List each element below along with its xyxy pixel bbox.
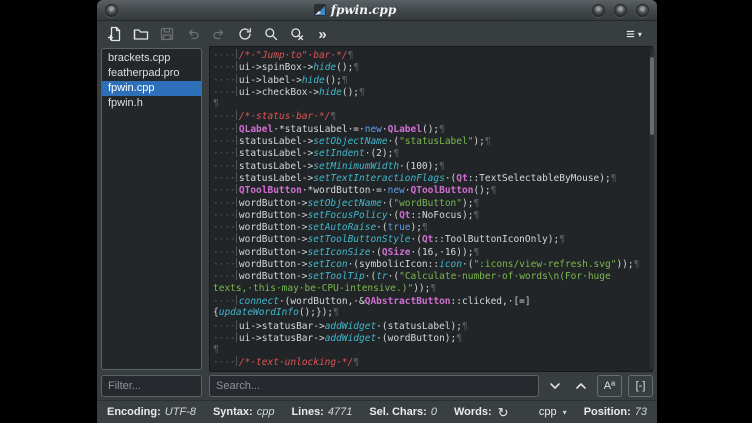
status-bar: Encoding: UTF-8 Syntax: cpp Lines: 4771 … xyxy=(97,400,657,423)
menu-button[interactable]: ≡ ▾ xyxy=(618,24,650,45)
menu-icon: ≡ xyxy=(626,27,635,42)
window-menu-button[interactable] xyxy=(105,4,118,17)
new-file-button[interactable] xyxy=(104,24,125,45)
code-line: ····ui->label->hide();¶ xyxy=(213,74,652,86)
app-icon xyxy=(314,4,326,16)
lines-value: 4771 xyxy=(328,406,352,418)
code-line: ····wordButton->setFocusPolicy·(Qt::NoFo… xyxy=(213,209,652,221)
match-case-button[interactable]: Aª xyxy=(597,375,622,397)
status-sel-chars: Sel. Chars: 0 xyxy=(369,406,437,418)
code-line: ····statusLabel->setMinimumWidth·(100);¶ xyxy=(213,160,652,172)
encoding-value: UTF-8 xyxy=(165,406,196,418)
code-line: ····/*·status·bar·*/¶ xyxy=(213,110,652,122)
whole-word-icon: [-] xyxy=(636,381,646,392)
words-label: Words: xyxy=(454,406,492,418)
code-line: ····/*·"Jump·to"·bar·*/¶ xyxy=(213,49,652,61)
file-list-item[interactable]: fpwin.h xyxy=(102,96,201,111)
save-button[interactable] xyxy=(156,24,177,45)
status-words: Words: ↻ xyxy=(454,406,511,419)
search-input[interactable] xyxy=(209,375,539,397)
filter-input[interactable] xyxy=(101,375,202,397)
close-button[interactable] xyxy=(636,4,649,17)
chevron-down-icon xyxy=(548,379,562,393)
words-refresh-button[interactable]: ↻ xyxy=(496,406,511,419)
code-line: ····statusLabel->setTextInteractionFlags… xyxy=(213,172,652,184)
status-syntax: Syntax: cpp xyxy=(213,406,275,418)
sel-chars-label: Sel. Chars: xyxy=(369,406,426,418)
redo-button[interactable] xyxy=(208,24,229,45)
search-bar: Aª [-] xyxy=(209,375,653,397)
code-line: ····wordButton->setObjectName·("wordButt… xyxy=(213,197,652,209)
window-title-area: fpwin.cpp xyxy=(118,3,592,17)
code-line: ····ui->statusBar->addWidget·(statusLabe… xyxy=(213,320,652,332)
editor-scrollbar[interactable] xyxy=(650,49,654,369)
syntax-combo[interactable]: cpp ▾ xyxy=(539,406,567,418)
chevron-up-icon xyxy=(574,379,588,393)
combo-caret-icon: ▾ xyxy=(563,408,567,417)
window-title: fpwin.cpp xyxy=(331,3,396,17)
undo-button[interactable] xyxy=(182,24,203,45)
code-line: ····wordButton->setToolButtonStyle·(Qt::… xyxy=(213,233,652,245)
code-line: ····wordButton->setIconSize·(QSize·(16,·… xyxy=(213,246,652,258)
file-list-item[interactable]: fpwin.cpp xyxy=(102,81,201,96)
encoding-label: Encoding: xyxy=(107,406,161,418)
status-position: Position: 73 xyxy=(584,406,647,418)
whole-word-button[interactable]: [-] xyxy=(628,375,653,397)
syntax-value: cpp xyxy=(257,406,275,418)
sel-chars-value: 0 xyxy=(431,406,437,418)
menu-caret-icon: ▾ xyxy=(638,30,642,39)
syntax-combo-value: cpp xyxy=(539,406,557,418)
code-line: ¶ xyxy=(213,344,652,356)
code-line: ····statusLabel->setObjectName·("statusL… xyxy=(213,135,652,147)
file-list-item[interactable]: brackets.cpp xyxy=(102,51,201,66)
code-line: texts,·this·may·be·CPU-intensive.)"));¶ xyxy=(213,283,652,295)
code-line: ¶ xyxy=(213,98,652,110)
code-line: ····statusLabel->setIndent·(2);¶ xyxy=(213,147,652,159)
file-list-item[interactable]: featherpad.pro xyxy=(102,66,201,81)
search-next-button[interactable] xyxy=(545,375,565,397)
code-line: ····connect·(wordButton,·&QAbstractButto… xyxy=(213,295,652,307)
search-prev-button[interactable] xyxy=(571,375,591,397)
status-lines: Lines: 4771 xyxy=(291,406,352,418)
code-line: ····wordButton->setAutoRaise·(true);¶ xyxy=(213,221,652,233)
code-editor[interactable]: ····/*·"Jump·to"·bar·*/¶····ui->spinBox-… xyxy=(209,46,653,372)
search-replace-button[interactable] xyxy=(286,24,307,45)
code-line: ····QToolButton·*wordButton·=·new·QToolB… xyxy=(213,184,652,196)
open-file-button[interactable] xyxy=(130,24,151,45)
reload-button[interactable] xyxy=(234,24,255,45)
refresh-icon: ↻ xyxy=(498,405,509,420)
editor-scrollbar-thumb[interactable] xyxy=(650,57,654,135)
syntax-label: Syntax: xyxy=(213,406,253,418)
toolbar: » ≡ ▾ xyxy=(97,21,657,47)
code-line: ····QLabel·*statusLabel·=·new·QLabel();¶ xyxy=(213,123,652,135)
overflow-button[interactable]: » xyxy=(312,24,333,45)
code-line: ····ui->spinBox->hide();¶ xyxy=(213,61,652,73)
search-button[interactable] xyxy=(260,24,281,45)
featherpad-window: fpwin.cpp » ≡ ▾ brackets.cppfeatherpad.p… xyxy=(97,0,657,423)
code-line: {updateWordInfo();});¶ xyxy=(213,307,652,319)
code-line: ····/*·text·unlocking·*/¶ xyxy=(213,356,652,368)
file-list: brackets.cppfeatherpad.profpwin.cppfpwin… xyxy=(101,48,202,370)
code-line: ····ui->statusBar->addWidget·(wordButton… xyxy=(213,332,652,344)
toolbar-buttons: » xyxy=(104,24,333,45)
title-bar[interactable]: fpwin.cpp xyxy=(97,0,657,21)
code-line: ····wordButton->setToolTip·(tr·("Calcula… xyxy=(213,270,652,282)
code-line: ····ui->checkBox->hide();¶ xyxy=(213,86,652,98)
code-line: ····wordButton->setIcon·(symbolicIcon::i… xyxy=(213,258,652,270)
status-encoding: Encoding: UTF-8 xyxy=(107,406,196,418)
match-case-icon: Aª xyxy=(604,381,615,392)
minimize-button[interactable] xyxy=(592,4,605,17)
position-label: Position: xyxy=(584,406,631,418)
maximize-button[interactable] xyxy=(614,4,627,17)
position-value: 73 xyxy=(635,406,647,418)
lines-label: Lines: xyxy=(291,406,323,418)
